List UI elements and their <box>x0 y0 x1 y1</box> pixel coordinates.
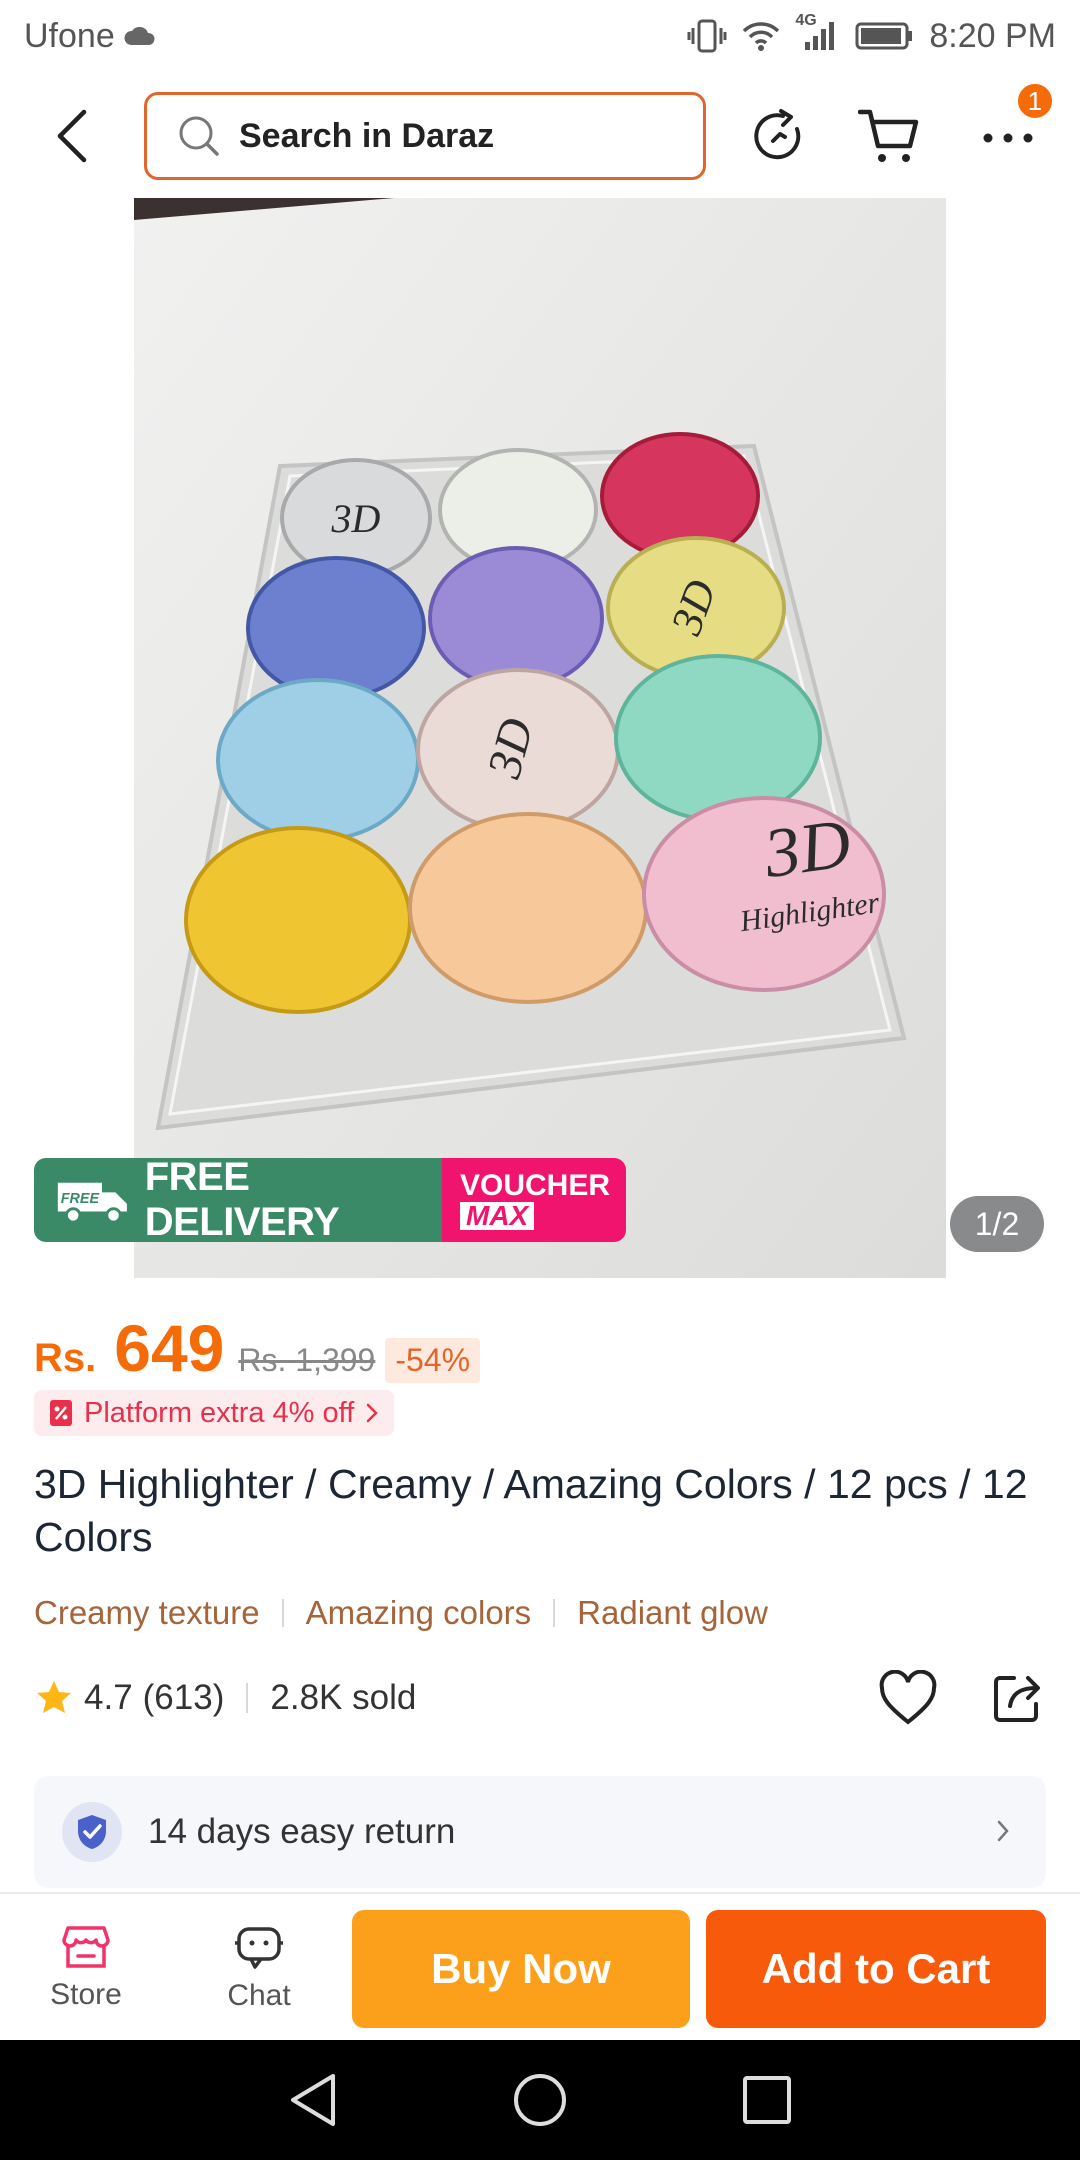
free-tag: FREE <box>61 1191 100 1207</box>
star-icon <box>37 1681 71 1713</box>
status-bar: Ufone 4G 8:20 PM <box>0 0 1080 72</box>
search-icon <box>175 112 223 160</box>
status-right: 4G 8:20 PM <box>687 12 1056 56</box>
search-input[interactable] <box>239 116 619 156</box>
cloud-icon <box>123 25 157 47</box>
free-delivery-badge: FREE FREE DELIVERY <box>34 1158 442 1242</box>
chevron-right-icon <box>997 1820 1009 1842</box>
return-policy-text: 14 days easy return <box>148 1812 456 1851</box>
back-arrow-icon <box>57 109 87 163</box>
bottom-action-bar: Store Chat Buy Now Add to Cart <box>0 1892 1080 2040</box>
chat-label: Chat <box>227 1979 291 2012</box>
share-icon[interactable] <box>990 1670 1046 1726</box>
feature-tag: Radiant glow <box>577 1594 768 1631</box>
wifi-icon <box>741 20 781 52</box>
jar-label: 3D <box>331 496 381 541</box>
platform-offer-text: Platform extra 4% off <box>84 1396 355 1429</box>
more-button[interactable]: 1 <box>976 82 1054 168</box>
divider <box>553 1599 556 1627</box>
divider <box>246 1683 249 1713</box>
status-time: 8:20 PM <box>929 16 1056 55</box>
product-photo: 3D Highlighter 3D 3D 3D <box>134 198 946 1278</box>
feature-tag: Creamy texture <box>34 1594 260 1631</box>
coupon-icon <box>50 1400 72 1426</box>
chevron-right-icon <box>367 1403 379 1423</box>
current-price: 649 <box>114 1311 225 1385</box>
search-bar[interactable] <box>144 92 706 180</box>
signal-icon: 4G <box>795 12 841 52</box>
top-bar: 1 <box>0 82 1080 184</box>
product-title: 3D Highlighter / Creamy / Amazing Colors… <box>34 1461 1028 1560</box>
buy-now-button[interactable]: Buy Now <box>352 1910 690 2028</box>
heart-icon[interactable] <box>878 1670 938 1726</box>
rating-count[interactable]: (613) <box>143 1678 225 1718</box>
nav-home-icon[interactable] <box>510 2070 570 2130</box>
rating-row: 4.7 (613) 2.8K sold <box>34 1670 1046 1726</box>
divider <box>281 1599 284 1627</box>
max-text: MAX <box>460 1202 535 1230</box>
return-policy-card[interactable]: 14 days easy return <box>34 1776 1046 1888</box>
rating-actions <box>878 1670 1046 1726</box>
product-image-gallery[interactable]: 3D Highlighter 3D 3D 3D <box>134 198 946 1278</box>
network-type: 4G <box>795 12 817 29</box>
discount-badge: -54% <box>385 1338 481 1383</box>
delivery-truck-icon: FREE <box>57 1182 127 1224</box>
sold-count: 2.8K sold <box>270 1678 417 1717</box>
image-counter: 1/2 <box>950 1196 1044 1252</box>
carrier-name: Ufone <box>24 16 115 55</box>
price-row: Rs. 649 Rs. 1,399 -54% <box>34 1310 481 1385</box>
jar-label: 3D <box>759 805 855 893</box>
nav-recents-icon[interactable] <box>739 2072 795 2128</box>
add-to-cart-button[interactable]: Add to Cart <box>706 1910 1046 2028</box>
nav-back-icon[interactable] <box>285 2070 341 2130</box>
product-features: Creamy texture Amazing colors Radiant gl… <box>34 1590 768 1636</box>
refresh-icon <box>754 109 801 160</box>
vibrate-icon <box>687 19 727 53</box>
history-button[interactable] <box>746 104 810 168</box>
status-left: Ufone <box>24 17 157 56</box>
shield-check-icon <box>78 1815 106 1849</box>
rating-score[interactable]: 4.7 <box>84 1678 133 1718</box>
free-delivery-text: FREE DELIVERY <box>144 1158 340 1242</box>
store-label: Store <box>50 1978 122 2011</box>
back-button[interactable] <box>42 106 102 166</box>
promo-banner: FREE FREE DELIVERY VOUCHER MAX <box>34 1158 626 1242</box>
more-dots-icon <box>983 133 1033 143</box>
shield-badge <box>62 1802 122 1862</box>
original-price: Rs. 1,399 <box>238 1342 376 1378</box>
feature-tag: Amazing colors <box>305 1594 532 1631</box>
cart-icon <box>858 109 919 162</box>
system-nav-bar <box>0 2040 1080 2160</box>
chat-button[interactable]: Chat <box>199 1912 319 2024</box>
notification-badge: 1 <box>1016 82 1054 120</box>
battery-icon <box>855 21 915 51</box>
price-currency: Rs. <box>34 1336 97 1380</box>
chat-icon <box>235 1927 283 1969</box>
store-button[interactable]: Store <box>26 1912 146 2024</box>
voucher-max-badge: VOUCHER MAX <box>442 1158 626 1242</box>
cart-button[interactable] <box>858 104 922 168</box>
platform-offer[interactable]: Platform extra 4% off <box>34 1390 395 1436</box>
store-icon <box>62 1926 110 1968</box>
voucher-text: VOUCHER <box>460 1169 611 1202</box>
